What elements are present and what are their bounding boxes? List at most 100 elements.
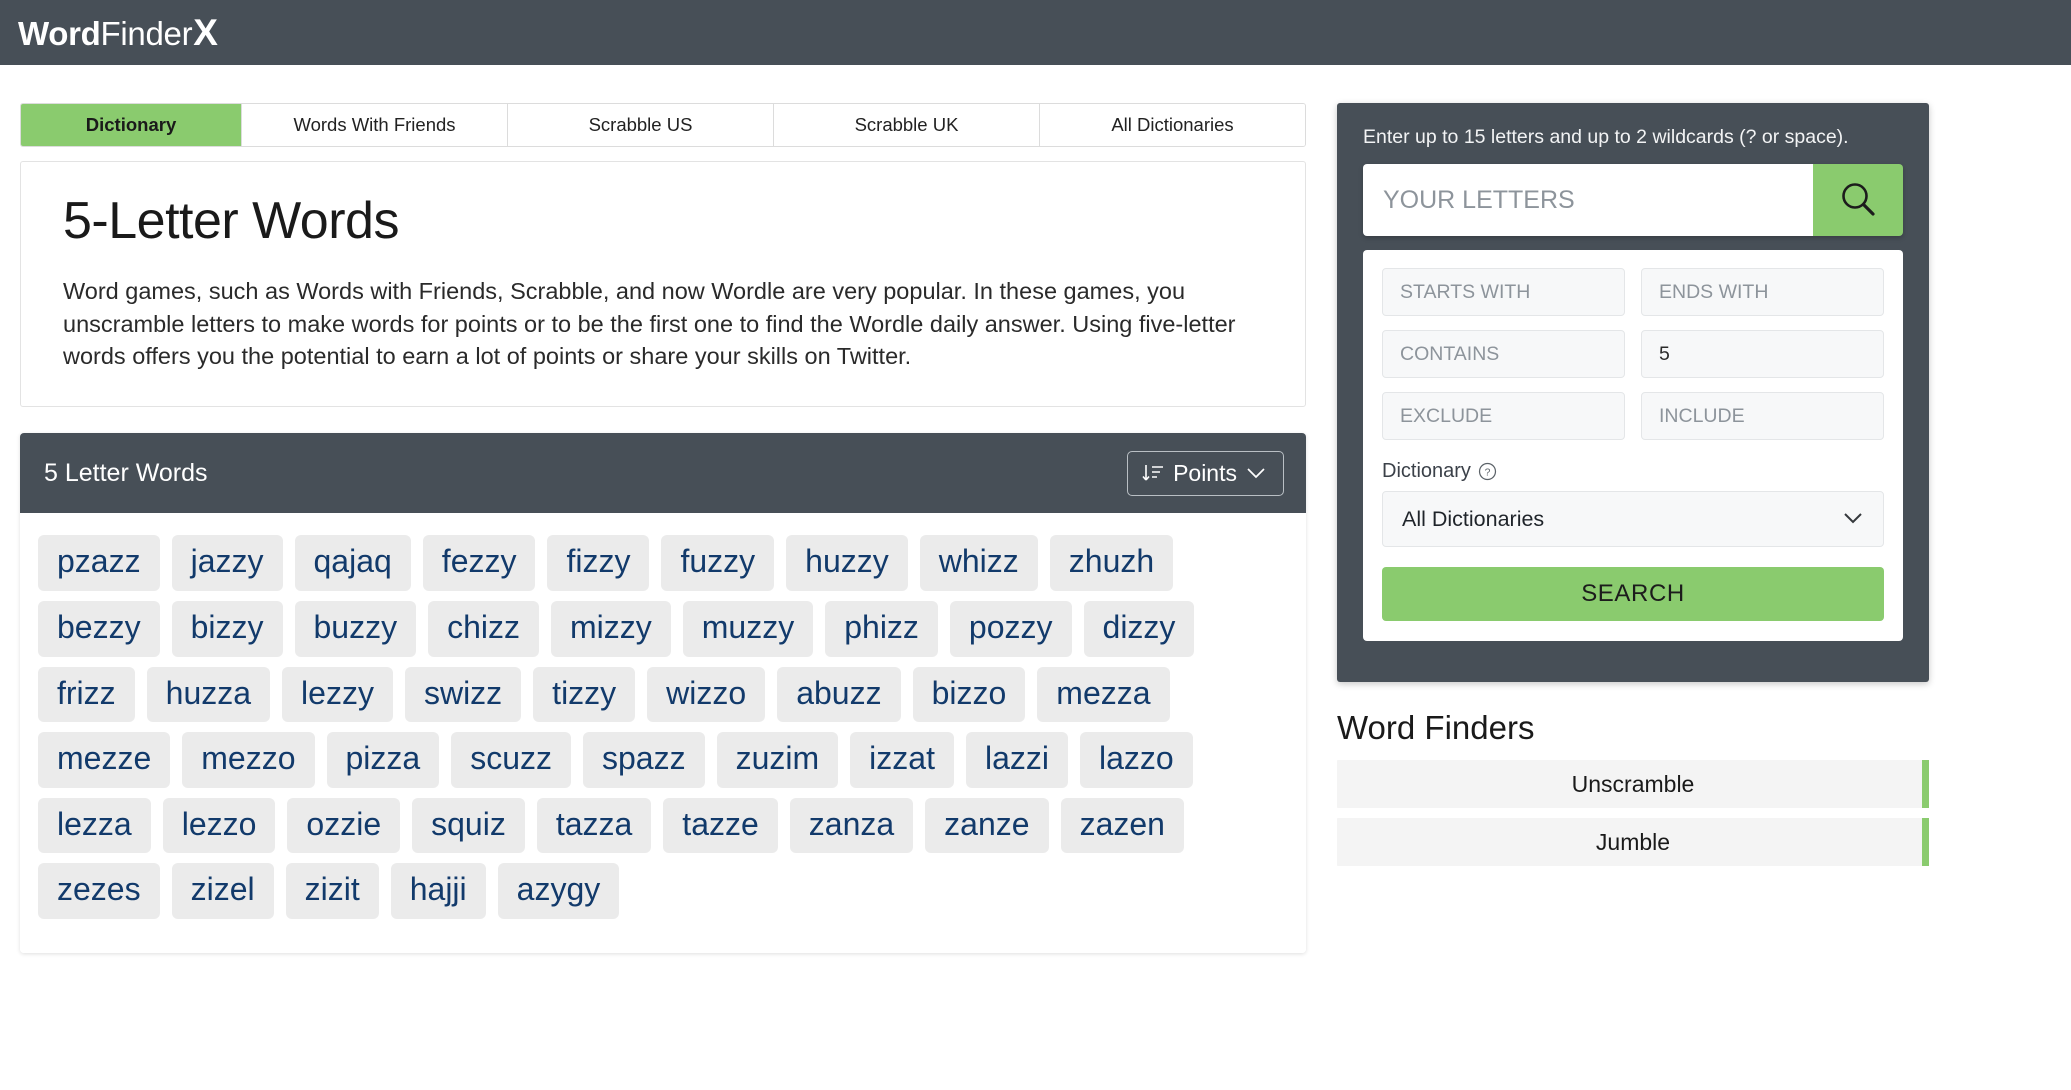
word-chip[interactable]: lazzi — [965, 732, 1068, 788]
word-chip[interactable]: zuzim — [716, 732, 839, 788]
word-chip[interactable]: mezzo — [182, 732, 315, 788]
tab-all-dictionaries[interactable]: All Dictionaries — [1040, 104, 1305, 146]
word-chip[interactable]: tazze — [663, 797, 778, 854]
word-chip[interactable]: ozzie — [287, 797, 401, 854]
word-chip[interactable]: hajji — [390, 863, 486, 919]
word-chip[interactable]: lezzy — [282, 666, 393, 723]
word-chip[interactable]: bizzy — [171, 600, 283, 657]
word-chip[interactable]: zanza — [789, 797, 914, 854]
word-chip[interactable]: fuzzy — [661, 535, 775, 591]
search-panel: Enter up to 15 letters and up to 2 wildc… — [1337, 103, 1929, 682]
word-row: zezes zizel zizit hajji azygy — [38, 863, 1288, 919]
word-row: lezza lezzo ozzie squiz tazza tazze zanza zanze… — [38, 797, 1288, 854]
word-chip[interactable]: phizz — [825, 600, 938, 657]
word-chip[interactable]: zhuzh — [1049, 535, 1174, 591]
svg-text:?: ? — [1485, 468, 1491, 479]
word-row: frizz huzza lezzy swizz tizzy wizzo abuzz bizzo… — [38, 666, 1288, 723]
length-input[interactable] — [1642, 331, 1883, 378]
logo-text-x: X — [193, 12, 218, 53]
word-chip[interactable]: tazza — [536, 797, 652, 854]
filters-grid: ????? — [1382, 268, 1884, 441]
sort-dropdown-button[interactable]: Points — [1127, 450, 1284, 496]
your-letters-input[interactable] — [1363, 164, 1813, 237]
search-button[interactable]: SEARCH — [1382, 567, 1884, 622]
site-logo[interactable]: Word Finder X — [18, 14, 218, 51]
word-chip[interactable]: lezza — [38, 797, 151, 854]
dictionary-selected-value: All Dictionaries — [1402, 506, 1545, 531]
word-chip[interactable]: zazen — [1060, 797, 1184, 854]
contains-input[interactable] — [1383, 331, 1624, 378]
word-chip[interactable]: pozzy — [949, 600, 1072, 657]
help-icon[interactable]: ? — [1478, 462, 1497, 481]
word-chip[interactable]: mezze — [38, 732, 171, 788]
word-chip[interactable]: scuzz — [451, 732, 571, 788]
search-hint-text: Enter up to 15 letters and up to 2 wildc… — [1363, 126, 1849, 148]
tab-scrabble-us[interactable]: Scrabble US — [508, 104, 774, 146]
word-finder-item-jumble[interactable]: Jumble — [1337, 818, 1929, 866]
word-chip[interactable]: spazz — [583, 732, 705, 788]
word-chip[interactable]: tizzy — [533, 666, 636, 723]
tab-scrabble-uk[interactable]: Scrabble UK — [774, 104, 1040, 146]
filters-card: ????? Dictionary ? All Dictionaries — [1363, 250, 1903, 642]
word-chip[interactable]: mezza — [1037, 666, 1170, 723]
dictionary-label-row: Dictionary ? — [1382, 460, 1884, 483]
word-chip[interactable]: swizz — [404, 666, 522, 723]
sidebar-column: Enter up to 15 letters and up to 2 wildc… — [1337, 103, 1929, 866]
word-chip[interactable]: squiz — [412, 797, 525, 854]
starts-with-input[interactable] — [1383, 269, 1624, 316]
word-chip[interactable]: whizz — [919, 535, 1038, 591]
word-chip[interactable]: pzazz — [38, 535, 160, 591]
word-chip[interactable]: zizel — [171, 863, 274, 919]
word-chip[interactable]: izzat — [850, 732, 954, 788]
word-chip[interactable]: qajaq — [294, 535, 411, 591]
sort-label: Points — [1173, 459, 1237, 486]
filter-field-exclude: ? — [1382, 392, 1625, 441]
intro-card: 5-Letter Words Word games, such as Words… — [20, 161, 1306, 408]
word-chip[interactable]: buzzy — [294, 600, 417, 657]
search-submit-icon-button[interactable] — [1813, 164, 1903, 237]
tab-dictionary[interactable]: Dictionary — [21, 104, 242, 146]
exclude-input[interactable] — [1383, 393, 1624, 440]
word-chip[interactable]: pizza — [326, 732, 440, 788]
word-list: pzazz jazzy qajaq fezzy fizzy fuzzy huzzy whizz… — [38, 535, 1288, 919]
word-chip[interactable]: azygy — [497, 863, 620, 919]
filter-field-contains: ? — [1382, 330, 1625, 379]
filter-field-ends-with: ? — [1641, 268, 1884, 317]
word-chip[interactable]: lazzo — [1079, 732, 1193, 788]
dictionary-select[interactable]: All Dictionaries — [1382, 491, 1884, 548]
word-chip[interactable]: dizzy — [1083, 600, 1195, 657]
word-chip[interactable]: bezzy — [38, 600, 160, 657]
top-navigation-bar: Word Finder X — [0, 0, 2071, 65]
word-chip[interactable]: bizzo — [912, 666, 1026, 723]
word-chip[interactable]: lezzo — [162, 797, 276, 854]
word-chip[interactable]: fizzy — [547, 535, 650, 591]
filter-field-starts-with: ? — [1382, 268, 1625, 317]
word-chip[interactable]: muzzy — [682, 600, 814, 657]
dictionary-tabs: Dictionary Words With Friends Scrabble U… — [20, 103, 1306, 147]
word-chip[interactable]: wizzo — [647, 666, 766, 723]
word-chip[interactable]: frizz — [38, 666, 135, 723]
word-chip[interactable]: mizzy — [551, 600, 671, 657]
chevron-down-icon — [1246, 466, 1266, 480]
word-chip[interactable]: jazzy — [171, 535, 283, 591]
word-chip[interactable]: huzza — [146, 666, 271, 723]
word-chip[interactable]: zizit — [285, 863, 379, 919]
include-input[interactable] — [1642, 393, 1883, 440]
sort-descending-icon — [1142, 463, 1164, 483]
word-chip[interactable]: huzzy — [786, 535, 908, 591]
word-chip[interactable]: abuzz — [777, 666, 901, 723]
tab-words-with-friends[interactable]: Words With Friends — [242, 104, 508, 146]
word-finder-item-unscramble[interactable]: Unscramble — [1337, 760, 1929, 808]
ends-with-input[interactable] — [1642, 269, 1883, 316]
results-header: 5 Letter Words Points — [20, 433, 1306, 514]
results-panel: 5 Letter Words Points pzazzjazzyqajaq — [20, 433, 1306, 953]
word-row: pzazz jazzy qajaq fezzy fizzy fuzzy huzzy whizz… — [38, 535, 1288, 591]
word-chip[interactable]: fezzy — [422, 535, 536, 591]
page-root: Word Finder X Dictionary Words With Friend… — [0, 0, 2071, 1090]
word-chip[interactable]: zanze — [925, 797, 1049, 854]
word-chip[interactable]: chizz — [428, 600, 539, 657]
word-finders-list: Unscramble Jumble — [1337, 760, 1929, 866]
word-chip[interactable]: zezes — [38, 863, 160, 919]
word-finders-title: Word Finders — [1337, 709, 1535, 746]
logo-text-finder: Finder — [100, 15, 193, 52]
